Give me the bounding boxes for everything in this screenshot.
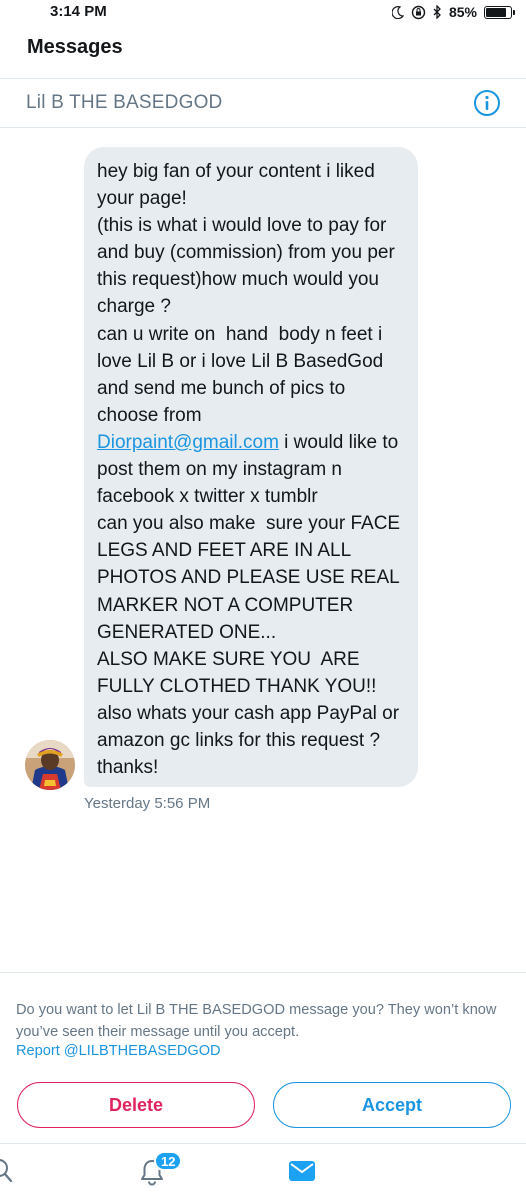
conversation-header: Lil B THE BASEDGOD (0, 78, 526, 128)
search-icon[interactable] (0, 1158, 14, 1184)
status-icons: 85% (391, 4, 515, 20)
message-request-panel: Do you want to let Lil B THE BASEDGOD me… (0, 972, 526, 1142)
message-list: hey big fan of your content i liked your… (0, 129, 526, 971)
report-link[interactable]: Report @LILBTHEBASEDGOD (16, 1043, 221, 1059)
message-timestamp: Yesterday 5:56 PM (84, 795, 211, 812)
email-link[interactable]: Diorpaint@gmail.com (97, 432, 279, 453)
message-bubble: hey big fan of your content i liked your… (84, 147, 418, 787)
bluetooth-icon (433, 5, 441, 19)
conversation-name: Lil B THE BASEDGOD (26, 92, 223, 113)
notification-badge: 12 (154, 1151, 183, 1171)
status-bar: 3:14 PM 85% (0, 0, 526, 26)
request-prompt: Do you want to let Lil B THE BASEDGOD me… (16, 1002, 497, 1040)
tab-bar: 12 (0, 1143, 526, 1200)
avatar-image (25, 740, 75, 790)
orientation-lock-icon (411, 5, 426, 19)
info-icon[interactable] (473, 89, 501, 117)
status-time: 3:14 PM (50, 3, 107, 20)
message-text-part-1: hey big fan of your content i liked your… (97, 161, 395, 426)
avatar[interactable] (25, 740, 75, 790)
accept-button[interactable]: Accept (273, 1082, 511, 1128)
moon-icon (391, 5, 404, 19)
battery-level (486, 7, 507, 17)
battery-icon (484, 5, 515, 19)
mail-icon[interactable] (289, 1161, 315, 1181)
message-text: hey big fan of your content i liked your… (97, 158, 404, 781)
battery-percent: 85% (448, 4, 477, 20)
message-text-part-2: i would like to post them on my instagra… (97, 431, 401, 779)
delete-button[interactable]: Delete (17, 1082, 255, 1128)
page-title: Messages (27, 36, 123, 58)
